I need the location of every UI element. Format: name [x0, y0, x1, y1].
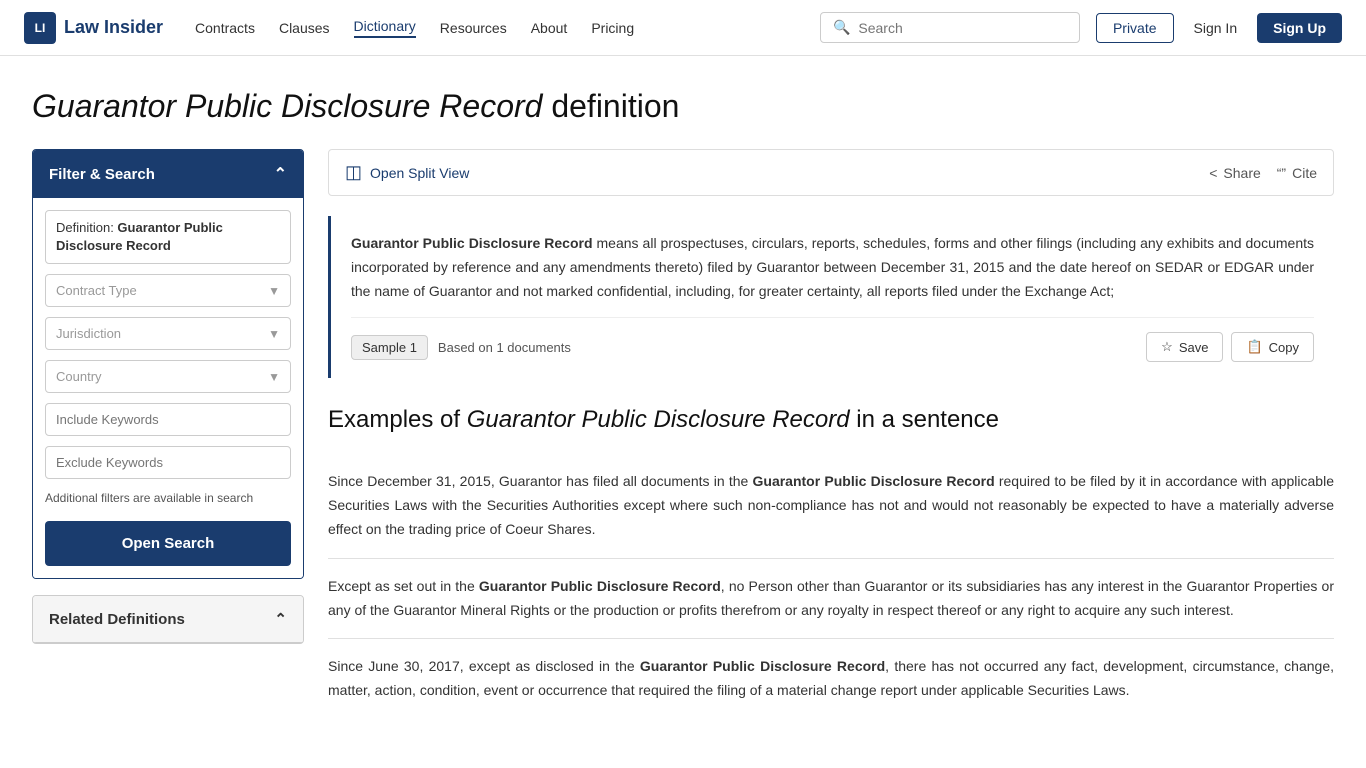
star-icon: ☆ [1161, 339, 1173, 355]
signin-button[interactable]: Sign In [1182, 13, 1250, 43]
example-2-bold: Guarantor Public Disclosure Record [479, 578, 721, 594]
copy-label: Copy [1269, 340, 1299, 355]
definition-text: Guarantor Public Disclosure Record means… [351, 232, 1314, 303]
open-search-button[interactable]: Open Search [45, 521, 291, 566]
related-definitions-box: Related Definitions ⌃ [32, 595, 304, 644]
sample-1-badge[interactable]: Sample 1 [351, 335, 428, 360]
nav-clauses[interactable]: Clauses [279, 20, 330, 36]
exclude-keywords-input[interactable] [45, 446, 291, 479]
chevron-down-icon-2: ▼ [268, 327, 280, 341]
share-label: Share [1223, 165, 1260, 181]
additional-filters-note: Additional filters are available in sear… [45, 489, 291, 507]
sidebar: Filter & Search ⌃ Definition: Guarantor … [32, 149, 304, 719]
filter-search-box: Filter & Search ⌃ Definition: Guarantor … [32, 149, 304, 579]
include-keywords-input[interactable] [45, 403, 291, 436]
related-header-label: Related Definitions [49, 611, 185, 628]
examples-italic: Guarantor Public Disclosure Record [467, 406, 850, 433]
nav-pricing[interactable]: Pricing [591, 20, 634, 36]
contract-type-select[interactable]: Contract Type ▼ [45, 274, 291, 307]
example-1-bold: Guarantor Public Disclosure Record [753, 473, 995, 489]
split-view-icon: ◫ [345, 162, 362, 183]
filter-header-label: Filter & Search [49, 166, 155, 183]
examples-heading: Examples of Guarantor Public Disclosure … [328, 406, 1334, 434]
nav-dictionary[interactable]: Dictionary [354, 18, 416, 38]
example-3-before: Since June 30, 2017, except as disclosed… [328, 658, 640, 674]
content-area: ◫ Open Split View < Share “” Cite Guaran… [328, 149, 1334, 719]
chevron-up-icon-related: ⌃ [274, 610, 287, 628]
page-title-suffix: definition [542, 88, 679, 124]
example-3-bold: Guarantor Public Disclosure Record [640, 658, 885, 674]
split-view-actions: < Share “” Cite [1209, 165, 1317, 181]
save-label: Save [1179, 340, 1209, 355]
signup-button[interactable]: Sign Up [1257, 13, 1342, 43]
navbar: LI Law Insider Contracts Clauses Diction… [0, 0, 1366, 56]
nav-search-box: 🔍 [820, 12, 1080, 43]
search-icon: 🔍 [833, 19, 850, 36]
definition-term-bold: Guarantor Public Disclosure Record [351, 235, 593, 251]
page-title-area: Guarantor Public Disclosure Record defin… [0, 56, 1366, 149]
cite-label: Cite [1292, 165, 1317, 181]
sample-left: Sample 1 Based on 1 documents [351, 335, 571, 360]
definition-label: Definition: [56, 220, 117, 235]
country-select[interactable]: Country ▼ [45, 360, 291, 393]
filter-body: Definition: Guarantor Public Disclosure … [33, 198, 303, 578]
copy-icon: 📋 [1246, 339, 1262, 355]
country-label: Country [56, 369, 102, 384]
based-on-text: Based on 1 documents [438, 340, 571, 355]
split-view-label: Open Split View [370, 165, 469, 181]
nav-resources[interactable]: Resources [440, 20, 507, 36]
save-button[interactable]: ☆ Save [1146, 332, 1223, 362]
example-1-before: Since December 31, 2015, Guarantor has f… [328, 473, 753, 489]
jurisdiction-select[interactable]: Jurisdiction ▼ [45, 317, 291, 350]
example-block-1: Since December 31, 2015, Guarantor has f… [328, 454, 1334, 558]
search-input[interactable] [858, 20, 1067, 36]
nav-about[interactable]: About [531, 20, 568, 36]
chevron-down-icon: ▼ [268, 284, 280, 298]
share-icon: < [1209, 165, 1217, 181]
cite-icon: “” [1277, 165, 1286, 181]
nav-auth-buttons: Private Sign In Sign Up [1096, 13, 1342, 43]
page-title: Guarantor Public Disclosure Record defin… [32, 88, 1334, 125]
open-split-view-button[interactable]: ◫ Open Split View [345, 162, 469, 183]
example-block-2: Except as set out in the Guarantor Publi… [328, 559, 1334, 640]
chevron-down-icon-3: ▼ [268, 370, 280, 384]
split-view-bar: ◫ Open Split View < Share “” Cite [328, 149, 1334, 196]
nav-links: Contracts Clauses Dictionary Resources A… [195, 18, 634, 38]
definition-field: Definition: Guarantor Public Disclosure … [45, 210, 291, 264]
cite-link[interactable]: “” Cite [1277, 165, 1317, 181]
share-link[interactable]: < Share [1209, 165, 1261, 181]
logo-icon: LI [24, 12, 56, 44]
example-block-3: Since June 30, 2017, except as disclosed… [328, 639, 1334, 719]
main-layout: Filter & Search ⌃ Definition: Guarantor … [0, 149, 1366, 751]
related-definitions-header: Related Definitions ⌃ [33, 596, 303, 643]
logo-text: Law Insider [64, 17, 163, 38]
logo[interactable]: LI Law Insider [24, 12, 163, 44]
chevron-up-icon: ⌃ [274, 164, 287, 184]
example-2-before: Except as set out in the [328, 578, 479, 594]
filter-header: Filter & Search ⌃ [33, 150, 303, 198]
copy-button[interactable]: 📋 Copy [1231, 332, 1314, 362]
sample-actions: ☆ Save 📋 Copy [1146, 332, 1314, 362]
definition-block: Guarantor Public Disclosure Record means… [328, 216, 1334, 378]
nav-contracts[interactable]: Contracts [195, 20, 255, 36]
examples-suffix: in a sentence [850, 406, 999, 433]
page-title-italic: Guarantor Public Disclosure Record [32, 88, 542, 124]
jurisdiction-label: Jurisdiction [56, 326, 121, 341]
private-button[interactable]: Private [1096, 13, 1174, 43]
examples-prefix: Examples of [328, 406, 467, 433]
contract-type-label: Contract Type [56, 283, 137, 298]
sample-row: Sample 1 Based on 1 documents ☆ Save 📋 C… [351, 317, 1314, 362]
